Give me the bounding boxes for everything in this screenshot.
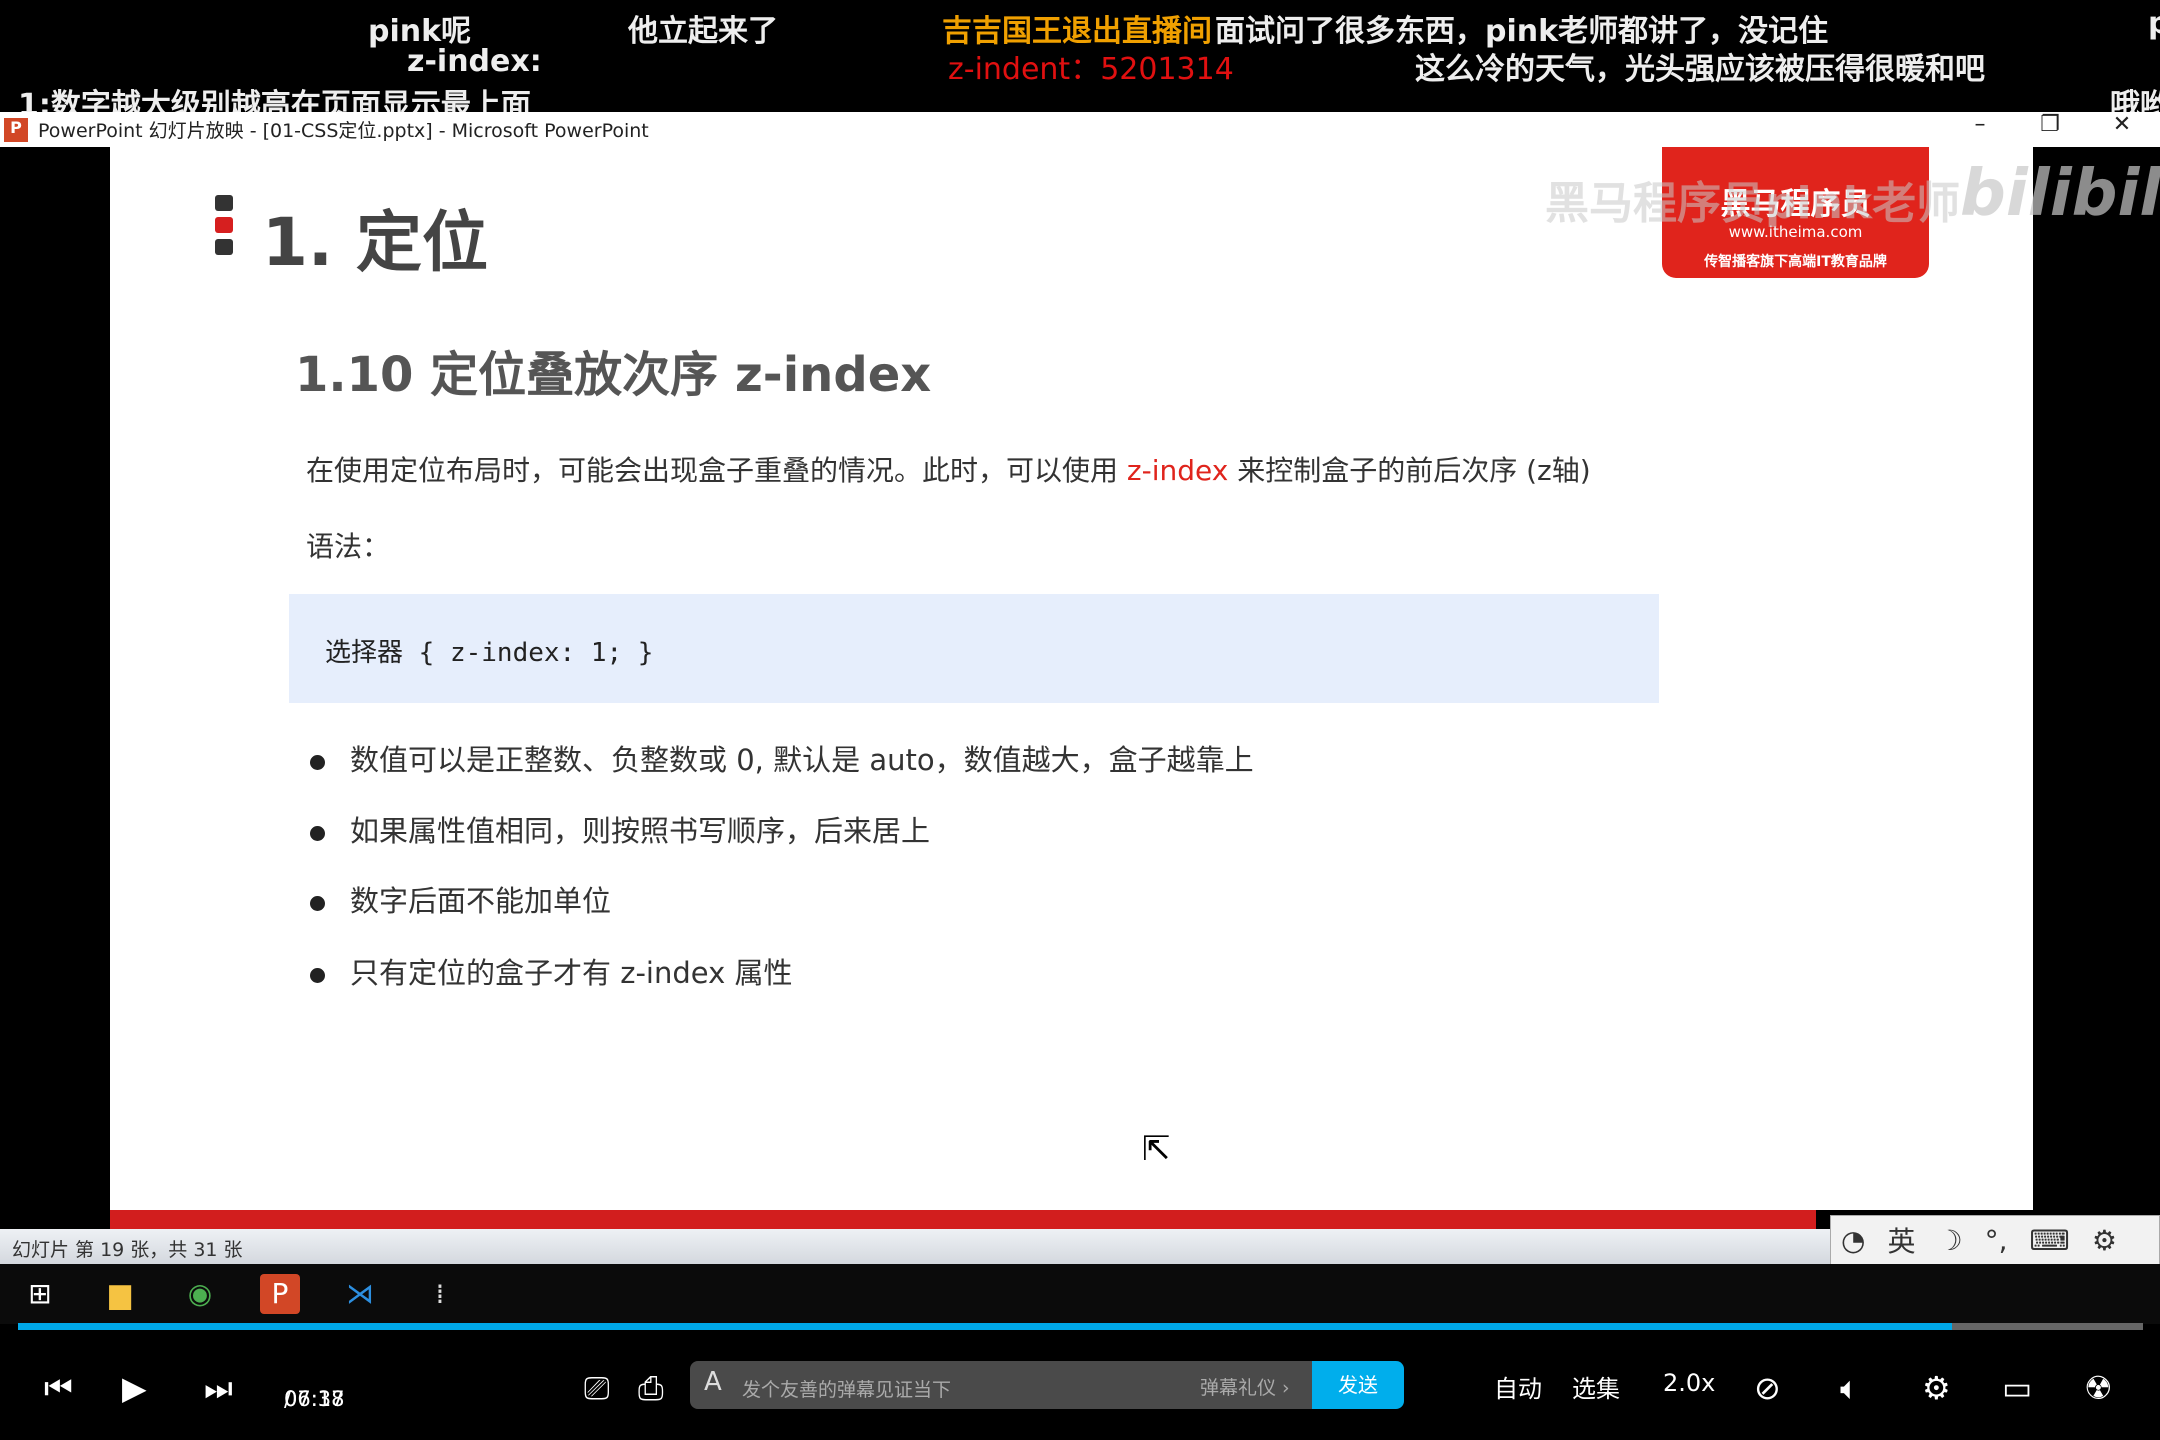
para-highlight: z-index <box>1126 454 1229 487</box>
window-title: PowerPoint 幻灯片放映 - [01-CSS定位.pptx] - Mic… <box>38 120 649 142</box>
bilibili-logo: bilibili <box>1960 157 2160 231</box>
settings-icon[interactable]: ⚙ <box>1922 1369 1951 1407</box>
danmaku-settings-icon[interactable]: ⎙ <box>638 1369 664 1408</box>
slide-footer-bar <box>110 1210 1816 1229</box>
danmaku-input[interactable]: 发个友善的弹幕见证当下 弹幕礼仪 › A <box>690 1361 1402 1409</box>
bullet-item: 如果属性值相同，则按照书写顺序，后来居上 <box>310 808 930 850</box>
powerpoint-icon: P <box>4 117 28 142</box>
watermark: 黑马程序员pink老师 <box>1545 178 1961 229</box>
ime-punct[interactable]: °, <box>1985 1224 2008 1257</box>
slide-subheading: 1.10 定位叠放次序 z-index <box>295 347 932 403</box>
mouse-cursor-icon: ⇱ <box>1142 1129 1171 1169</box>
danmaku-etiquette-link[interactable]: 弹幕礼仪 › <box>1200 1373 1290 1400</box>
file-explorer-icon[interactable]: ▆ <box>100 1274 140 1314</box>
ime-settings-icon[interactable]: ⚙ <box>2092 1224 2117 1257</box>
windows-start-icon[interactable]: ⊞ <box>20 1274 60 1314</box>
para-text: 来控制盒子的前后次序 (z轴) <box>1228 454 1591 487</box>
widescreen-icon[interactable]: ▭ <box>2002 1369 2032 1407</box>
speed-button[interactable]: 2.0x <box>1663 1369 1715 1397</box>
previous-icon[interactable]: ⏮ <box>44 1369 73 1408</box>
danmaku-placeholder: 发个友善的弹幕见证当下 <box>742 1379 952 1401</box>
slide-paragraph: 在使用定位布局时，可能会出现盒子重叠的情况。此时，可以使用 z-index 来控… <box>306 449 1591 489</box>
danmaku: p <box>2148 6 2160 41</box>
ime-keyboard-icon[interactable]: ⌨ <box>2029 1224 2069 1257</box>
font-style-icon[interactable]: A <box>704 1367 722 1397</box>
status-bar: 幻灯片 第 19 张，共 31 张 <box>0 1229 1830 1264</box>
logo-tagline: 传智播客旗下高端IT教育品牌 <box>1704 254 1887 270</box>
bullet-item: 数字后面不能加单位 <box>310 878 611 920</box>
code-block: 选择器 { z-index: 1; } <box>289 594 1659 703</box>
para-text: 在使用定位布局时，可能会出现盒子重叠的情况。此时，可以使用 <box>306 454 1127 487</box>
danmaku: z-indent：5201314 <box>948 52 1234 87</box>
window-titlebar: P PowerPoint 幻灯片放映 - [01-CSS定位.pptx] - M… <box>0 112 2160 147</box>
slide-counter: 幻灯片 第 19 张，共 31 张 <box>12 1239 243 1261</box>
ime-toolbar: ◔ 英 ☽ °, ⌨ ⚙ <box>1830 1215 2160 1265</box>
heading-marker-icon <box>215 195 233 261</box>
slide: 1. 定位 1.10 定位叠放次序 z-index 在使用定位布局时，可能会出现… <box>110 147 2160 1210</box>
vscode-icon[interactable]: ⋊ <box>340 1274 380 1314</box>
slide-heading: 1. 定位 <box>262 204 488 281</box>
episodes-button[interactable]: 选集 <box>1572 1369 1620 1404</box>
windows-taskbar: ⊞ ▆ ◉ P ⋊ ⁞ <box>0 1264 2160 1324</box>
subtitle-off-icon[interactable]: ⊘ <box>1754 1369 1781 1407</box>
volume-icon[interactable]: 🔈︎ <box>1840 1369 1859 1408</box>
minimize-button[interactable]: – <box>1960 112 2000 137</box>
ime-moon-icon[interactable]: ☽ <box>1937 1224 1962 1257</box>
close-button[interactable]: ✕ <box>2102 112 2142 137</box>
auto-quality-button[interactable]: 自动 <box>1494 1369 1542 1404</box>
powerpoint-taskbar-icon[interactable]: P <box>260 1274 300 1314</box>
ime-lang[interactable]: 英 <box>1887 1220 1915 1260</box>
bullet-item: 数值可以是正整数、负整数或 0, 默认是 auto，数值越大，盒子越靠上 <box>310 737 1254 779</box>
danmaku: z-index: <box>407 44 542 79</box>
fullscreen-icon[interactable]: ☢ <box>2084 1369 2113 1407</box>
danmaku: 他立起来了 <box>628 14 778 49</box>
bullet-item: 只有定位的盒子才有 z-index 属性 <box>310 950 792 992</box>
danmaku: 这么冷的天气，光头强应该被压得很暖和吧 <box>1415 52 1985 87</box>
app-icon[interactable]: ⁞ <box>420 1274 460 1314</box>
syntax-label: 语法： <box>306 530 391 563</box>
next-icon[interactable]: ⏭ <box>204 1369 233 1408</box>
danmaku-toggle-icon[interactable]: ⎚ <box>584 1369 610 1408</box>
restore-button[interactable]: ❐ <box>2030 112 2070 137</box>
send-button[interactable]: 发送 <box>1312 1361 1404 1409</box>
player-controls: ⏮ ▶ ⏭ 06:38 / 07:17 ⎚ ⎙ 发个友善的弹幕见证当下 弹幕礼仪 … <box>0 1355 2160 1415</box>
play-icon[interactable]: ▶ <box>122 1369 147 1407</box>
chrome-icon[interactable]: ◉ <box>180 1274 220 1314</box>
ime-logo-icon[interactable]: ◔ <box>1841 1224 1865 1257</box>
video-progress-bar[interactable] <box>18 1323 2143 1330</box>
